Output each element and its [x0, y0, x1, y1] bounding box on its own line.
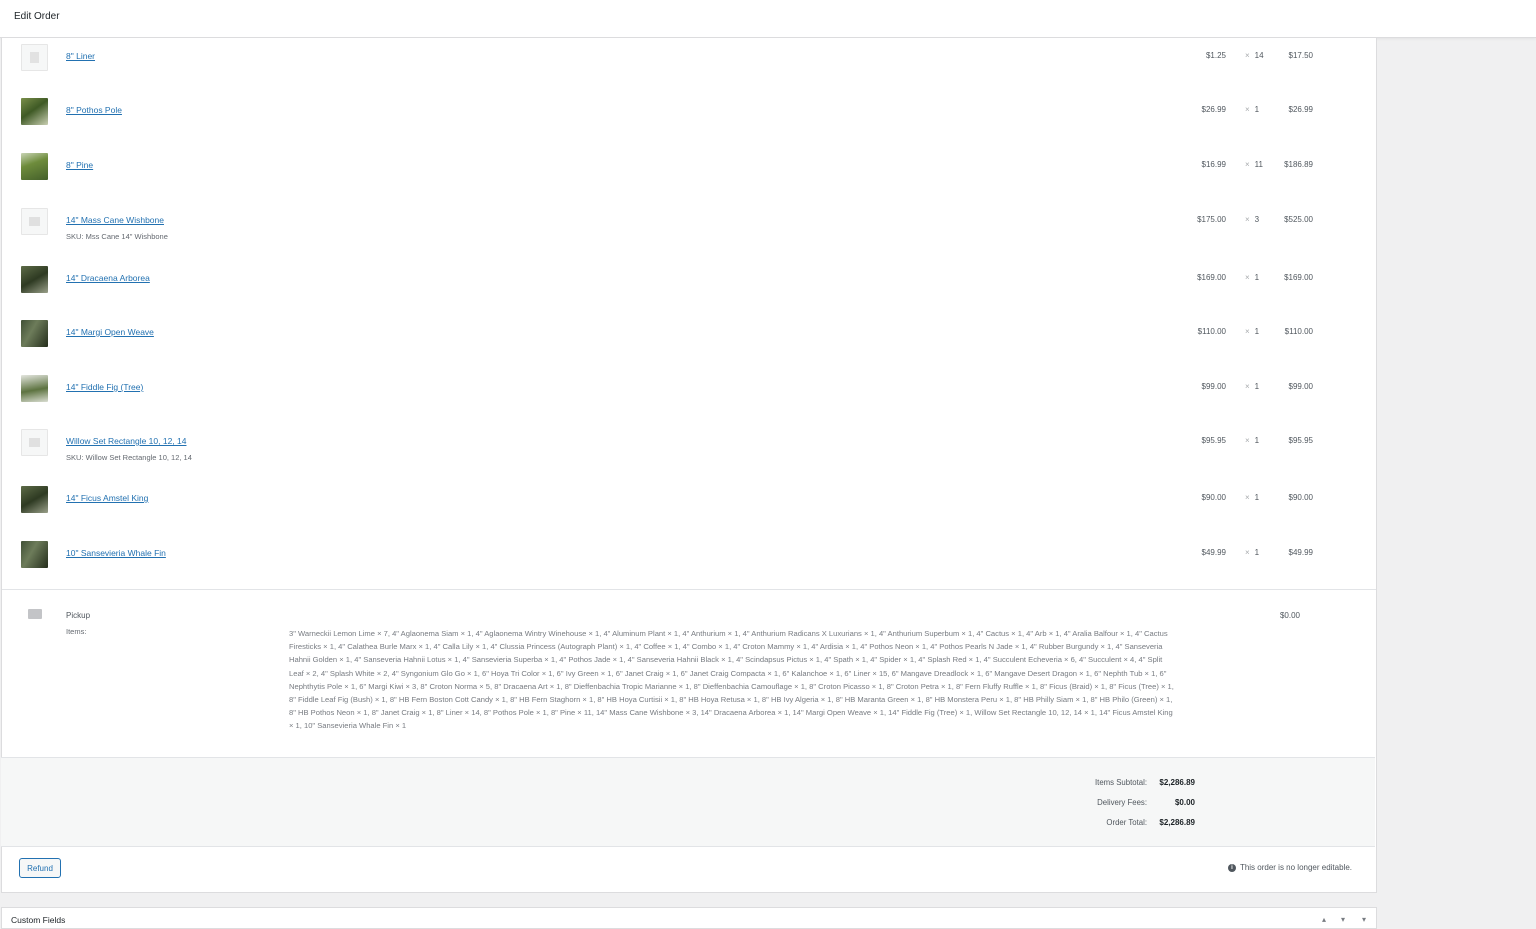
page-title: Edit Order — [14, 11, 60, 22]
custom-fields-title: Custom Fields — [11, 915, 66, 925]
product-link[interactable]: 8" Pothos Pole — [66, 105, 122, 115]
toggle-panel-icon[interactable]: ▾ — [1362, 915, 1366, 924]
product-sku: SKU: Mss Cane 14" Wishbone — [66, 232, 168, 241]
item-unit-price: $95.95 — [1201, 436, 1226, 445]
times-sign: × — [1245, 273, 1250, 282]
quantity-value: 1 — [1254, 436, 1260, 445]
item-quantity: × 1 — [1245, 493, 1259, 502]
item-unit-price: $1.25 — [1205, 51, 1226, 60]
divider — [2, 589, 1376, 590]
image-placeholder-icon — [30, 52, 39, 63]
quantity-value: 1 — [1254, 273, 1260, 282]
item-unit-price: $16.99 — [1201, 160, 1226, 169]
order-totals: Items Subtotal: $2,286.89 Delivery Fees:… — [1, 757, 1375, 847]
image-placeholder-icon — [29, 438, 40, 447]
shipping-cost: $0.00 — [1279, 611, 1300, 620]
item-unit-price: $99.00 — [1201, 382, 1226, 391]
times-sign: × — [1245, 436, 1250, 445]
item-line-total: $169.00 — [1284, 273, 1313, 282]
item-line-total: $49.99 — [1288, 548, 1313, 557]
quantity-value: 1 — [1254, 382, 1260, 391]
shipping-icon — [28, 609, 42, 619]
item-quantity: × 1 — [1245, 327, 1259, 336]
product-thumbnail — [21, 541, 48, 568]
item-quantity: × 14 — [1245, 51, 1264, 60]
item-line-total: $17.50 — [1288, 51, 1313, 60]
quantity-value: 11 — [1254, 160, 1263, 169]
item-quantity: × 1 — [1245, 548, 1259, 557]
not-editable-text: This order is no longer editable. — [1239, 863, 1352, 872]
order-total-value: $2,286.89 — [1159, 818, 1195, 827]
times-sign: × — [1245, 215, 1250, 224]
item-unit-price: $49.99 — [1201, 548, 1226, 557]
shipping-items-list: 3" Warneckii Lemon Lime × 7, 4" Aglaonem… — [289, 629, 1174, 731]
item-line-total: $99.00 — [1288, 382, 1313, 391]
quantity-value: 1 — [1254, 327, 1260, 336]
item-line-total: $525.00 — [1284, 215, 1313, 224]
chevron-down-icon[interactable]: ▾ — [1341, 915, 1345, 924]
times-sign: × — [1245, 105, 1250, 114]
item-line-total: $110.00 — [1284, 327, 1313, 336]
product-sku: SKU: Willow Set Rectangle 10, 12, 14 — [66, 453, 192, 462]
item-line-total: $26.99 — [1288, 105, 1313, 114]
quantity-value: 1 — [1254, 548, 1260, 557]
delivery-fees-value: $0.00 — [1174, 798, 1195, 807]
item-quantity: × 3 — [1245, 215, 1259, 224]
product-link[interactable]: 14" Mass Cane Wishbone — [66, 215, 164, 225]
product-link[interactable]: 14" Fiddle Fig (Tree) — [66, 382, 143, 392]
item-line-total: $95.95 — [1288, 436, 1313, 445]
item-quantity: × 1 — [1245, 436, 1259, 445]
info-icon: i — [1227, 864, 1236, 872]
quantity-value: 1 — [1254, 493, 1260, 502]
product-link[interactable]: 14" Margi Open Weave — [66, 327, 154, 337]
items-subtotal-value: $2,286.89 — [1159, 778, 1195, 787]
product-thumbnail — [21, 98, 48, 125]
product-link[interactable]: 10" Sansevieria Whale Fin — [66, 548, 166, 558]
times-sign: × — [1245, 548, 1250, 557]
quantity-value: 3 — [1254, 215, 1260, 224]
not-editable-notice: i This order is no longer editable. — [1227, 863, 1352, 872]
product-thumbnail — [21, 208, 48, 235]
order-total-label: Order Total: — [1106, 818, 1147, 827]
item-quantity: × 1 — [1245, 105, 1259, 114]
delivery-fees-label: Delivery Fees: — [1097, 798, 1147, 807]
product-thumbnail — [21, 486, 48, 513]
item-unit-price: $90.00 — [1201, 493, 1226, 502]
shipping-items-label: Items: — [66, 627, 87, 636]
item-unit-price: $26.99 — [1201, 105, 1226, 114]
custom-fields-box: Custom Fields ▴ ▾ ▾ — [1, 907, 1377, 929]
product-link[interactable]: 14" Ficus Amstel King — [66, 493, 148, 503]
item-quantity: × 11 — [1245, 160, 1263, 169]
product-thumbnail — [21, 375, 48, 402]
product-thumbnail — [21, 153, 48, 180]
times-sign: × — [1245, 160, 1250, 169]
product-link[interactable]: Willow Set Rectangle 10, 12, 14 — [66, 436, 186, 446]
item-unit-price: $110.00 — [1197, 327, 1226, 336]
times-sign: × — [1245, 327, 1250, 336]
product-link[interactable]: 8" Pine — [66, 160, 93, 170]
product-thumbnail — [21, 429, 48, 456]
items-subtotal-label: Items Subtotal: — [1094, 778, 1147, 787]
quantity-value: 1 — [1254, 105, 1260, 114]
item-quantity: × 1 — [1245, 382, 1259, 391]
item-quantity: × 1 — [1245, 273, 1259, 282]
chevron-up-icon[interactable]: ▴ — [1322, 915, 1326, 924]
product-thumbnail — [21, 320, 48, 347]
item-unit-price: $175.00 — [1197, 215, 1226, 224]
product-thumbnail — [21, 266, 48, 293]
product-thumbnail — [21, 44, 48, 71]
refund-button[interactable]: Refund — [19, 858, 61, 878]
quantity-value: 14 — [1254, 51, 1264, 60]
item-line-total: $90.00 — [1288, 493, 1313, 502]
product-link[interactable]: 8" Liner — [66, 51, 95, 61]
image-placeholder-icon — [29, 217, 40, 226]
item-unit-price: $169.00 — [1197, 273, 1226, 282]
times-sign: × — [1245, 382, 1250, 391]
top-bar: Edit Order — [0, 0, 1536, 38]
times-sign: × — [1245, 51, 1250, 60]
product-link[interactable]: 14" Dracaena Arborea — [66, 273, 150, 283]
shipping-method-title: Pickup — [66, 611, 91, 620]
item-line-total: $186.89 — [1284, 160, 1313, 169]
times-sign: × — [1245, 493, 1250, 502]
